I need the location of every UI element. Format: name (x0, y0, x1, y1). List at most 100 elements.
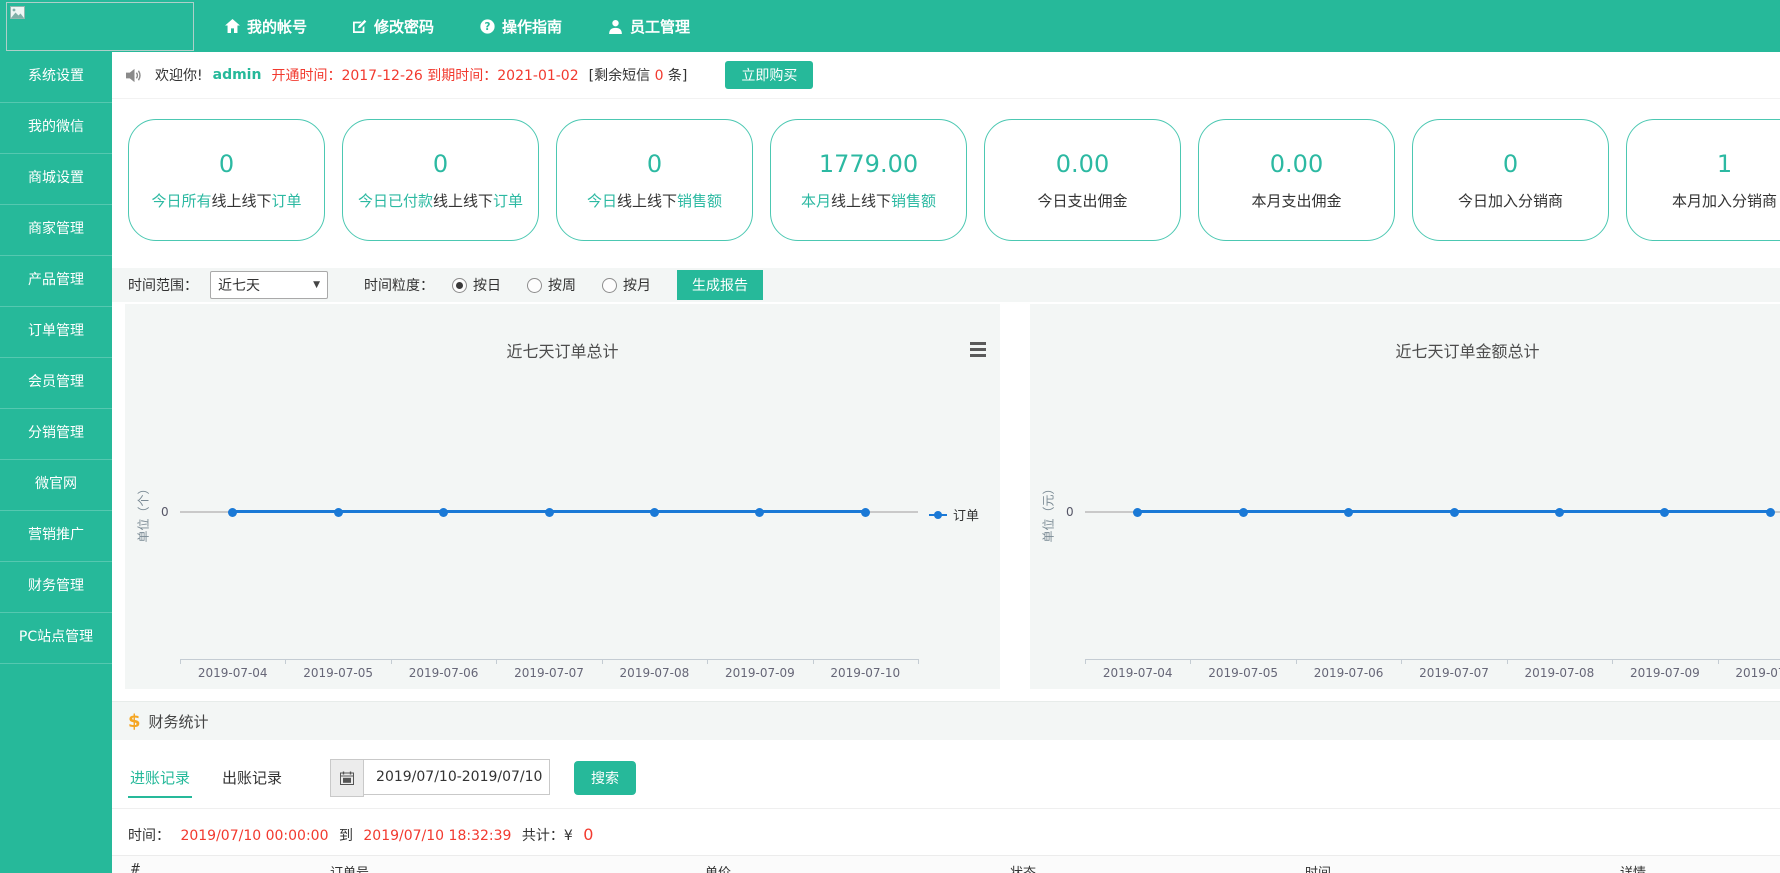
x-axis-tick (1718, 659, 1719, 664)
chart-title: 近七天订单金额总计 (1030, 338, 1780, 362)
calendar-icon[interactable] (330, 759, 364, 797)
table-column-header-5: 时间 (1305, 862, 1331, 873)
stat-card-3[interactable]: 0今日线上线下销售额 (556, 119, 753, 241)
chart-legend[interactable]: 订单 (929, 505, 979, 524)
stat-cards-row: 0今日所有线上线下订单0今日已付款线上线下订单0今日线上线下销售额1779.00… (112, 99, 1780, 241)
x-axis-tick (180, 659, 181, 664)
x-axis-date-label: 2019-07-09 (725, 666, 795, 680)
finance-section-header: $ 财务统计 (112, 701, 1780, 740)
stat-card-label: 本月加入分销商 (1672, 190, 1777, 211)
data-point (1133, 508, 1142, 517)
time-range-select[interactable]: 近七天 ▼ (210, 271, 328, 299)
nav-menu-item-3[interactable]: ?操作指南 (480, 16, 562, 37)
buy-now-button[interactable]: 立即购买 (725, 61, 813, 89)
x-axis-date-label: 2019-07-10 (830, 666, 900, 680)
table-column-header-3: 单价 (705, 862, 731, 873)
data-point (755, 508, 764, 517)
sidebar-item-11[interactable]: 财务管理 (0, 562, 112, 613)
chevron-down-icon: ▼ (313, 280, 320, 290)
sidebar-item-4[interactable]: 商家管理 (0, 205, 112, 256)
granularity-radio-2[interactable]: 按周 (527, 275, 576, 295)
data-point (545, 508, 554, 517)
x-axis-date-label: 2019-07-05 (303, 666, 373, 680)
data-point (439, 508, 448, 517)
table-column-header-2: 订单号 (330, 862, 369, 873)
time-from-value: 2019/07/10 00:00:00 (180, 828, 328, 844)
stat-card-6[interactable]: 0.00本月支出佣金 (1198, 119, 1395, 241)
account-period-text: 开通时间：2017-12-26 到期时间：2021-01-02 (271, 65, 578, 85)
sidebar-item-7[interactable]: 会员管理 (0, 358, 112, 409)
granularity-radio-3[interactable]: 按月 (602, 275, 651, 295)
radio-label: 按周 (548, 275, 576, 295)
stat-card-2[interactable]: 0今日已付款线上线下订单 (342, 119, 539, 241)
stat-card-7[interactable]: 0今日加入分销商 (1412, 119, 1609, 241)
search-button[interactable]: 搜索 (574, 761, 636, 795)
stat-card-value: 0 (1503, 150, 1518, 178)
x-axis-date-label: 2019-07-08 (620, 666, 690, 680)
x-axis-tick (707, 659, 708, 664)
x-axis-tick (602, 659, 603, 664)
navbar-menu: 我的帐号 修改密码 ?操作指南 员工管理 (225, 0, 690, 52)
x-axis-tick (813, 659, 814, 664)
stat-card-4[interactable]: 1779.00 本月线上线下销售额 (770, 119, 967, 241)
sidebar-item-1[interactable]: 系统设置 (0, 52, 112, 103)
top-navbar: 我的帐号 修改密码 ?操作指南 员工管理 (0, 0, 1780, 52)
stat-card-label: 今日线上线下销售额 (587, 190, 722, 211)
sidebar-item-3[interactable]: 商城设置 (0, 154, 112, 205)
sidebar-item-9[interactable]: 微官网 (0, 460, 112, 511)
stat-card-label: 今日支出佣金 (1037, 190, 1127, 211)
data-point (334, 508, 343, 517)
chart-panel-2: 近七天订单金额总计单位（元）02019-07-042019-07-052019-… (1030, 304, 1780, 689)
x-axis-tick (391, 659, 392, 664)
nav-menu-item-4[interactable]: 员工管理 (608, 16, 690, 37)
x-axis-tick (1401, 659, 1402, 664)
sidebar-item-5[interactable]: 产品管理 (0, 256, 112, 307)
nav-menu-item-1[interactable]: 我的帐号 (225, 16, 307, 37)
x-axis-date-label: 2019-07-07 (1419, 666, 1489, 680)
home-icon (225, 19, 240, 33)
sidebar-item-2[interactable]: 我的微信 (0, 103, 112, 154)
main-content: 欢迎你! admin 开通时间：2017-12-26 到期时间：2021-01-… (112, 52, 1780, 873)
x-axis-date-label: 2019-07-08 (1525, 666, 1595, 680)
legend-marker-icon (929, 514, 947, 516)
radio-icon (527, 278, 542, 293)
date-range-input[interactable] (364, 759, 550, 795)
orders-table-header: #订单号单价状态时间详情 (112, 855, 1780, 873)
radio-icon (602, 278, 617, 293)
radio-label: 按月 (623, 275, 651, 295)
x-axis-tick (1507, 659, 1508, 664)
speaker-icon (126, 68, 143, 83)
time-range-selected-value: 近七天 (218, 275, 260, 295)
x-axis-tick (1190, 659, 1191, 664)
x-axis-date-label: 2019-07-06 (409, 666, 479, 680)
chart-menu-icon[interactable] (970, 342, 986, 357)
table-column-header-6: 详情 (1620, 862, 1646, 873)
stat-card-5[interactable]: 0.00今日支出佣金 (984, 119, 1181, 241)
stat-card-label: 本月线上线下销售额 (801, 190, 936, 211)
x-axis-line (180, 659, 918, 660)
nav-menu-item-2[interactable]: 修改密码 (353, 16, 434, 37)
stat-card-value: 0 (433, 150, 448, 178)
finance-section-title: 财务统计 (149, 711, 209, 732)
stat-card-8[interactable]: 1本月加入分销商 (1626, 119, 1780, 241)
finance-tabs: 进账记录出账记录 (128, 759, 312, 798)
finance-tab-2[interactable]: 出账记录 (220, 759, 284, 798)
finance-tab-1[interactable]: 进账记录 (128, 759, 192, 798)
sidebar-item-8[interactable]: 分销管理 (0, 409, 112, 460)
generate-report-button[interactable]: 生成报告 (677, 270, 763, 300)
granularity-radio-1[interactable]: 按日 (452, 275, 501, 295)
stat-card-value: 0 (219, 150, 234, 178)
sidebar-item-12[interactable]: PC站点管理 (0, 613, 112, 664)
chart-panel-1: 近七天订单总计单位（个）02019-07-042019-07-052019-07… (125, 304, 1000, 689)
radio-icon (452, 278, 467, 293)
time-range-label: 时间范围： (128, 275, 198, 295)
x-axis-line (1085, 659, 1780, 660)
broken-image-icon (10, 6, 25, 19)
report-filter-row: 时间范围： 近七天 ▼ 时间粒度： 按日按周按月 生成报告 (112, 268, 1780, 302)
table-column-header-1: # (130, 862, 141, 873)
sidebar-item-6[interactable]: 订单管理 (0, 307, 112, 358)
stat-card-1[interactable]: 0今日所有线上线下订单 (128, 119, 325, 241)
granularity-radio-group: 按日 按周 按月 (452, 275, 651, 295)
stat-card-value: 1779.00 (819, 150, 918, 178)
sidebar-item-10[interactable]: 营销推广 (0, 511, 112, 562)
